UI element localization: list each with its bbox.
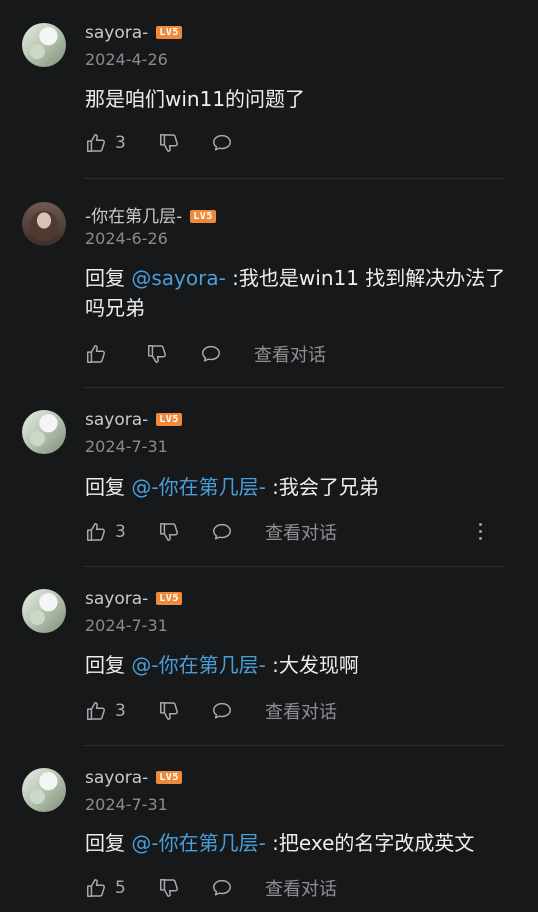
view-thread-link[interactable]: 查看对话 [265, 875, 337, 901]
comment-item: sayora- LV5 2024-7-31 回复 @-你在第几层- :把exe的名… [0, 747, 538, 912]
thumbs-up-icon [87, 345, 105, 363]
comment-text: 回复 @-你在第几层- :大发现啊 [85, 650, 525, 680]
avatar[interactable] [22, 589, 66, 633]
like-count: 5 [115, 878, 126, 898]
like-count: 3 [115, 701, 126, 721]
mention-link[interactable]: @-你在第几层- [131, 475, 265, 499]
avatar[interactable] [22, 23, 66, 67]
more-vertical-icon[interactable] [479, 523, 483, 541]
comment-content: :把exe的名字改成英文 [265, 831, 475, 855]
comment-text: 回复 @sayora- :我也是win11 找到解决办法了吗兄弟 [85, 263, 525, 323]
thumbs-down-icon [160, 702, 178, 720]
comment-bubble-icon [202, 345, 220, 362]
level-badge: LV5 [190, 210, 216, 223]
username[interactable]: sayora- LV5 [85, 410, 182, 430]
comment-date: 2024-4-26 [85, 50, 168, 69]
comment-item: sayora- LV5 2024-7-31 回复 @-你在第几层- :我会了兄弟 … [0, 389, 538, 567]
comment-item: sayora- LV5 2024-7-31 回复 @-你在第几层- :大发现啊 3… [0, 568, 538, 746]
username-text[interactable]: sayora- [85, 410, 148, 430]
username-text[interactable]: sayora- [85, 23, 148, 43]
reply-prefix: 回复 [85, 475, 132, 499]
comment-item: sayora- LV5 2024-4-26 那是咱们win11的问题了 3 [0, 0, 538, 180]
comment-text: 回复 @-你在第几层- :把exe的名字改成英文 [85, 828, 525, 858]
level-badge: LV5 [156, 592, 182, 605]
comment-content: 那是咱们win11的问题了 [85, 87, 306, 111]
like-button[interactable]: 3 [85, 698, 126, 724]
dislike-button[interactable] [158, 698, 180, 724]
dislike-button[interactable] [158, 130, 180, 156]
reply-button[interactable] [200, 341, 222, 367]
level-badge: LV5 [156, 413, 182, 426]
comment-actions: 3 查看对话 [85, 698, 505, 724]
divider [84, 178, 504, 179]
reply-prefix: 回复 [85, 831, 132, 855]
comment-content: :我会了兄弟 [265, 475, 379, 499]
comment-text: 那是咱们win11的问题了 [85, 84, 525, 114]
comment-actions: 5 查看对话 [85, 875, 505, 901]
reply-button[interactable] [211, 519, 233, 545]
view-thread-link[interactable]: 查看对话 [265, 698, 337, 724]
comment-bubble-icon [213, 134, 231, 151]
mention-link[interactable]: @-你在第几层- [131, 653, 265, 677]
comment-item: -你在第几层- LV5 2024-6-26 回复 @sayora- :我也是win… [0, 180, 538, 388]
reply-button[interactable] [211, 875, 233, 901]
comment-bubble-icon [213, 523, 231, 540]
username-text[interactable]: sayora- [85, 589, 148, 609]
dislike-button[interactable] [158, 875, 180, 901]
like-count: 3 [115, 522, 126, 542]
reply-prefix: 回复 [85, 266, 132, 290]
thumbs-up-icon [87, 523, 105, 541]
thumbs-up-icon [87, 702, 105, 720]
thumbs-down-icon [160, 134, 178, 152]
comment-text: 回复 @-你在第几层- :我会了兄弟 [85, 472, 525, 502]
view-thread-link[interactable]: 查看对话 [254, 341, 326, 367]
comment-date: 2024-6-26 [85, 229, 168, 248]
divider [84, 566, 504, 567]
comment-bubble-icon [213, 879, 231, 896]
reply-button[interactable] [211, 130, 233, 156]
reply-button[interactable] [211, 698, 233, 724]
avatar[interactable] [22, 410, 66, 454]
dislike-button[interactable] [158, 519, 180, 545]
username[interactable]: sayora- LV5 [85, 768, 182, 788]
username[interactable]: -你在第几层- LV5 [85, 202, 216, 227]
dislike-button[interactable] [146, 341, 168, 367]
view-thread-link[interactable]: 查看对话 [265, 519, 337, 545]
comment-actions: 3 查看对话 [85, 519, 505, 545]
username[interactable]: sayora- LV5 [85, 589, 182, 609]
mention-link[interactable]: @sayora- [131, 266, 225, 290]
avatar[interactable] [22, 202, 66, 246]
username-text[interactable]: -你在第几层- [85, 207, 182, 227]
comment-bubble-icon [213, 702, 231, 719]
mention-link[interactable]: @-你在第几层- [131, 831, 265, 855]
like-button[interactable]: 3 [85, 130, 126, 156]
thumbs-up-icon [87, 879, 105, 897]
level-badge: LV5 [156, 771, 182, 784]
comment-date: 2024-7-31 [85, 795, 168, 814]
thumbs-down-icon [148, 345, 166, 363]
thumbs-up-icon [87, 134, 105, 152]
divider [84, 387, 504, 388]
thumbs-down-icon [160, 879, 178, 897]
comment-actions: 3 [85, 130, 505, 156]
reply-prefix: 回复 [85, 653, 132, 677]
like-button[interactable]: 5 [85, 875, 126, 901]
comment-content: :大发现啊 [265, 653, 359, 677]
comment-date: 2024-7-31 [85, 616, 168, 635]
username-text[interactable]: sayora- [85, 768, 148, 788]
level-badge: LV5 [156, 26, 182, 39]
comment-date: 2024-7-31 [85, 437, 168, 456]
thumbs-down-icon [160, 523, 178, 541]
comment-actions: 查看对话 [85, 341, 505, 367]
like-button[interactable] [85, 341, 107, 367]
divider [84, 745, 504, 746]
avatar[interactable] [22, 768, 66, 812]
username[interactable]: sayora- LV5 [85, 23, 182, 43]
like-count: 3 [115, 133, 126, 153]
like-button[interactable]: 3 [85, 519, 126, 545]
